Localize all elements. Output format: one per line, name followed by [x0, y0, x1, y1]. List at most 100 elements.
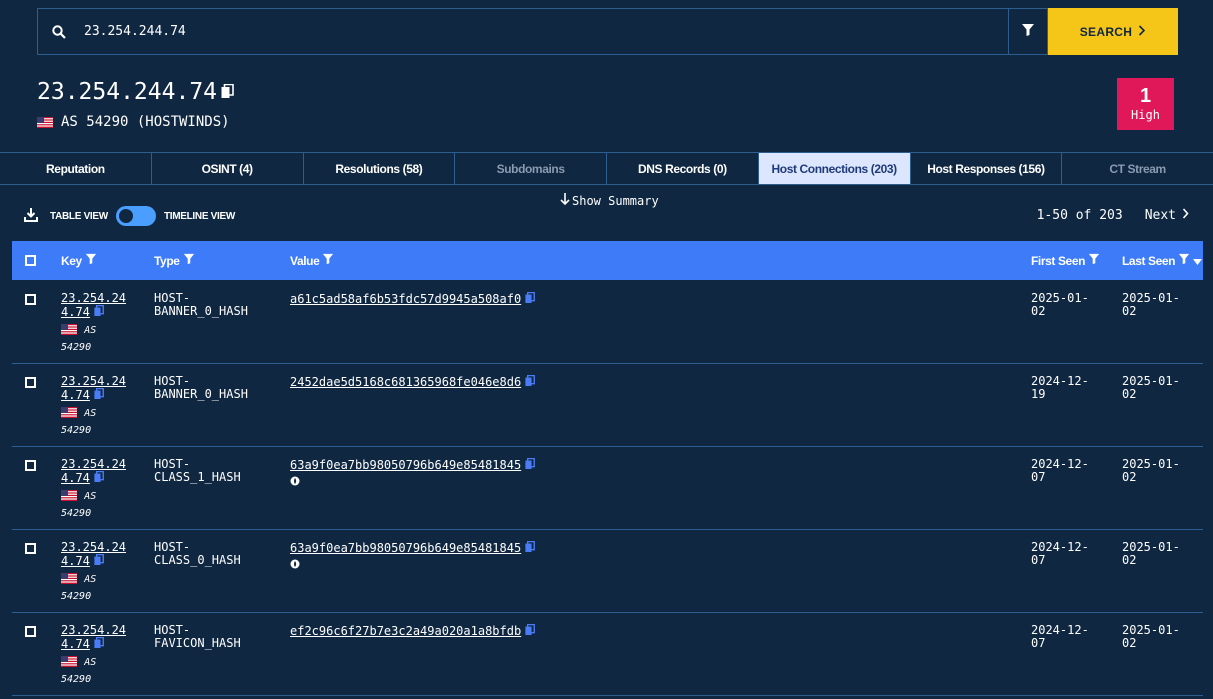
tab-reputation[interactable]: Reputation [0, 153, 152, 184]
filter-icon[interactable] [322, 253, 334, 268]
column-last-seen[interactable]: Last Seen [1122, 241, 1203, 280]
value-link[interactable]: ef2c96c6f27b7e3c2a49a020a1a8bfdb [290, 624, 521, 638]
row-checkbox[interactable] [25, 294, 36, 305]
last-seen-cell: 2025-01- 02 [1122, 541, 1180, 567]
value-cell: 63a9f0ea7bb98050796b649e85481845 [290, 540, 536, 572]
toggle-knob [118, 209, 133, 223]
column-key[interactable]: Key [61, 241, 97, 280]
copy-icon[interactable] [525, 540, 536, 556]
type-cell: HOST- CLASS_1_HASH [154, 458, 241, 484]
tab-dns-records[interactable]: DNS Records (0) [607, 153, 759, 184]
column-value[interactable]: Value [290, 241, 334, 280]
type-line: BANNER_0_HASH [154, 387, 248, 401]
us-flag-icon [61, 654, 77, 668]
view-toggle-switch[interactable] [115, 206, 156, 226]
key-link-cont[interactable]: 4.74 [61, 388, 90, 402]
us-flag-icon [61, 322, 77, 336]
checkbox[interactable] [25, 255, 36, 266]
filter-icon[interactable] [183, 253, 195, 268]
row-checkbox[interactable] [25, 460, 36, 471]
first-seen-cell: 2024-12- 07 [1031, 541, 1089, 567]
first-seen-line: 07 [1031, 636, 1046, 650]
copy-icon[interactable] [525, 457, 536, 473]
copy-icon[interactable] [221, 79, 234, 105]
key-link[interactable]: 23.254.24 [61, 374, 126, 388]
search-icon [38, 24, 80, 39]
view-toggle: TABLE VIEW TIMELINE VIEW [24, 206, 235, 226]
key-link[interactable]: 23.254.24 [61, 540, 126, 554]
table-row[interactable]: 23.254.24 4.74 AS 54290 HOST- FAVICON_HA… [12, 613, 1203, 696]
page-title: 23.254.244.74 [37, 79, 234, 105]
copy-icon[interactable] [525, 623, 536, 639]
asn-prefix: AS [84, 325, 97, 336]
value-link[interactable]: a61c5ad58af6b53fdc57d9945a508af0 [290, 292, 521, 306]
key-link-cont[interactable]: 4.74 [61, 554, 90, 568]
tab-host-connections[interactable]: Host Connections (203) [758, 153, 911, 184]
copy-icon[interactable] [94, 470, 104, 486]
table-row[interactable]: 23.254.24 4.74 AS 54290 HOST- BANNER_0_H… [12, 281, 1203, 364]
us-flag-icon [61, 405, 77, 419]
column-first-seen[interactable]: First Seen [1031, 241, 1100, 280]
sort-desc-icon[interactable] [1193, 254, 1203, 268]
tab-subdomains[interactable]: Subdomains [455, 153, 607, 184]
next-page-button[interactable]: Next [1145, 208, 1189, 223]
key-link-cont[interactable]: 4.74 [61, 305, 90, 319]
asn-number: 54290 [61, 508, 92, 519]
search-box[interactable] [37, 8, 1009, 55]
key-link[interactable]: 23.254.24 [61, 623, 126, 637]
key-link-cont[interactable]: 4.74 [61, 471, 90, 485]
asn-label: AS 54290 (HOSTWINDS) [61, 114, 230, 130]
search-input[interactable] [80, 9, 1008, 54]
value-cell: a61c5ad58af6b53fdc57d9945a508af0 [290, 291, 536, 307]
asn-number: 54290 [61, 674, 92, 685]
copy-icon[interactable] [94, 636, 104, 652]
tab-host-responses[interactable]: Host Responses (156) [911, 153, 1063, 184]
risk-level: High [1131, 108, 1160, 122]
search-button[interactable]: SEARCH [1048, 8, 1178, 55]
value-link[interactable]: 63a9f0ea7bb98050796b649e85481845 [290, 458, 521, 472]
asn-number: 54290 [61, 591, 92, 602]
column-type[interactable]: Type [154, 241, 195, 280]
key-link[interactable]: 23.254.24 [61, 457, 126, 471]
table-view-label: TABLE VIEW [50, 210, 108, 222]
table-row[interactable]: 23.254.24 4.74 AS 54290 HOST- CLASS_0_HA… [12, 530, 1203, 613]
download-icon[interactable] [24, 207, 38, 225]
copy-icon[interactable] [94, 304, 104, 320]
tab-osint[interactable]: OSINT (4) [152, 153, 304, 184]
chevron-right-icon [1138, 24, 1146, 39]
last-seen-line: 02 [1122, 387, 1137, 401]
column-first-seen-label: First Seen [1031, 253, 1086, 268]
value-link[interactable]: 2452dae5d5168c681365968fe046e8d6 [290, 375, 521, 389]
type-cell: HOST- BANNER_0_HASH [154, 375, 248, 401]
copy-icon[interactable] [94, 387, 104, 403]
row-checkbox[interactable] [25, 543, 36, 554]
copy-icon[interactable] [525, 374, 536, 390]
asn-prefix: AS [84, 408, 97, 419]
search-bar: SEARCH [37, 8, 1178, 55]
risk-badge[interactable]: 1 High [1117, 78, 1174, 130]
filter-icon [1021, 22, 1035, 41]
risk-count: 1 [1139, 85, 1152, 107]
last-seen-cell: 2025-01- 02 [1122, 458, 1180, 484]
key-link-cont[interactable]: 4.74 [61, 637, 90, 651]
table-row[interactable]: 23.254.24 4.74 AS 54290 HOST- BANNER_0_H… [12, 364, 1203, 447]
value-link[interactable]: 63a9f0ea7bb98050796b649e85481845 [290, 541, 521, 555]
key-link[interactable]: 23.254.24 [61, 291, 126, 305]
select-all-checkbox[interactable] [25, 241, 36, 280]
last-seen-line: 02 [1122, 553, 1137, 567]
row-checkbox[interactable] [25, 626, 36, 637]
type-line: CLASS_1_HASH [154, 470, 241, 484]
filter-icon[interactable] [1178, 253, 1190, 268]
tab-resolutions[interactable]: Resolutions (58) [304, 153, 456, 184]
row-checkbox[interactable] [25, 377, 36, 388]
show-summary-button[interactable]: Show Summary [560, 193, 659, 208]
tab-ct-stream[interactable]: CT Stream [1062, 153, 1213, 184]
search-filter-button[interactable] [1009, 8, 1048, 55]
key-cell: 23.254.24 4.74 AS 54290 [61, 458, 126, 522]
filter-icon[interactable] [85, 253, 97, 268]
copy-icon[interactable] [525, 291, 536, 307]
arrow-down-icon [560, 193, 570, 208]
table-row[interactable]: 23.254.24 4.74 AS 54290 HOST- CLASS_1_HA… [12, 447, 1203, 530]
copy-icon[interactable] [94, 553, 104, 569]
filter-icon[interactable] [1088, 253, 1100, 268]
